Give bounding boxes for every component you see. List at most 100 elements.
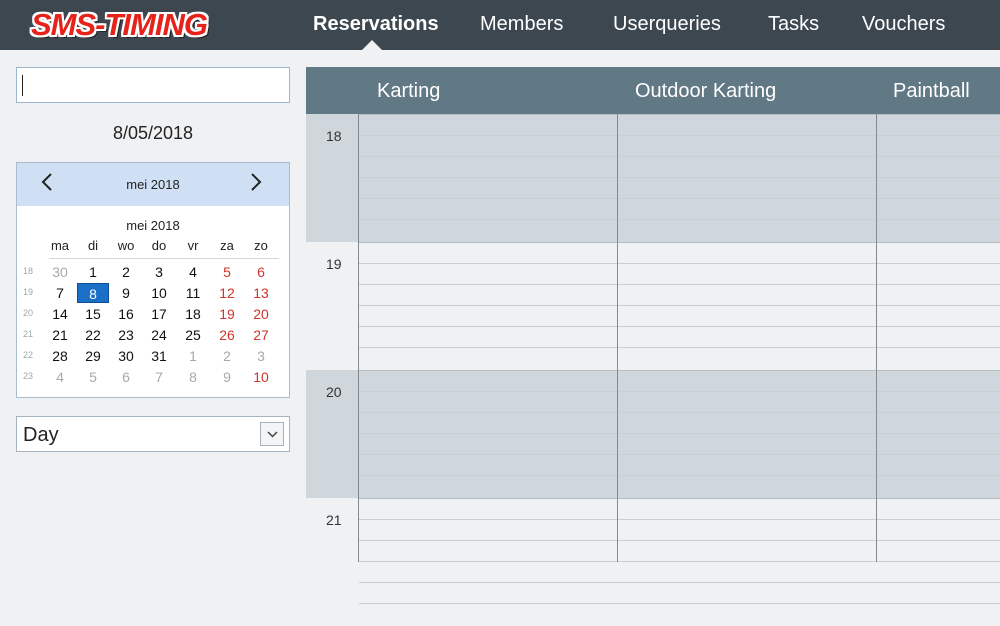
calendar-day[interactable]: 24 <box>143 325 175 345</box>
calendar-day[interactable]: 30 <box>110 346 142 366</box>
calendar-day[interactable]: 12 <box>211 283 243 303</box>
week-number: 21 <box>23 329 34 339</box>
calendar-month-title: mei 2018 <box>126 218 180 233</box>
calendar-day[interactable]: 13 <box>245 283 277 303</box>
resource-header: Karting Outdoor Karting Paintball <box>306 67 1000 114</box>
calendar-day[interactable]: 6 <box>245 262 277 282</box>
selected-date-label: 8/05/2018 <box>112 123 194 143</box>
time-slot-line <box>359 219 1000 220</box>
weekday-header: za <box>220 238 234 253</box>
calendar-header-title[interactable]: mei 2018 <box>17 177 289 192</box>
calendar-day[interactable]: 31 <box>143 346 175 366</box>
calendar-day[interactable]: 4 <box>44 367 76 387</box>
time-slot-line <box>359 135 1000 136</box>
time-slot-line <box>359 177 1000 178</box>
calendar-day[interactable]: 8 <box>77 283 109 303</box>
time-slot-line <box>359 519 1000 520</box>
calendar-day[interactable]: 22 <box>77 325 109 345</box>
calendar-day[interactable]: 2 <box>211 346 243 366</box>
calendar-day[interactable]: 10 <box>245 367 277 387</box>
chevron-down-icon <box>267 431 278 438</box>
calendar-day[interactable]: 5 <box>211 262 243 282</box>
weekday-header: ma <box>50 238 70 253</box>
nav-members[interactable]: Members <box>480 13 563 36</box>
calendar-day[interactable]: 7 <box>44 283 76 303</box>
time-slot-line <box>359 242 1000 243</box>
nav-tasks[interactable]: Tasks <box>768 13 819 36</box>
top-bar: SMS-TIMING Reservations Members Userquer… <box>0 0 1000 50</box>
hour-band[interactable] <box>306 498 1000 626</box>
calendar-day[interactable]: 14 <box>44 304 76 324</box>
hour-band[interactable] <box>306 242 1000 370</box>
calendar-day[interactable]: 5 <box>77 367 109 387</box>
calendar-day[interactable]: 3 <box>245 346 277 366</box>
calendar-day[interactable]: 4 <box>177 262 209 282</box>
week-number: 22 <box>23 350 34 360</box>
sms-timing-logo[interactable]: SMS-TIMING <box>31 7 208 43</box>
calendar-day[interactable]: 3 <box>143 262 175 282</box>
calendar-day[interactable]: 6 <box>110 367 142 387</box>
calendar-day[interactable]: 17 <box>143 304 175 324</box>
time-slot-line <box>359 198 1000 199</box>
time-slot-line <box>359 326 1000 327</box>
time-slot-line <box>359 582 1000 583</box>
column-outdoor-karting[interactable]: Outdoor Karting <box>635 80 776 103</box>
column-karting[interactable]: Karting <box>377 80 440 103</box>
column-divider <box>876 114 877 562</box>
calendar-day[interactable]: 26 <box>211 325 243 345</box>
weekday-header: di <box>87 238 99 253</box>
time-slot-line <box>359 498 1000 499</box>
view-mode-value: Day <box>23 424 59 446</box>
nav-userqueries[interactable]: Userqueries <box>613 13 721 36</box>
time-slot-line <box>359 114 1000 115</box>
calendar-day[interactable]: 19 <box>211 304 243 324</box>
calendar-day[interactable]: 11 <box>177 283 209 303</box>
chevron-right-icon[interactable] <box>250 173 262 197</box>
calendar-day[interactable]: 18 <box>177 304 209 324</box>
logo-text: SMS-TIMING <box>31 7 208 42</box>
calendar-day[interactable]: 30 <box>44 262 76 282</box>
calendar-divider <box>49 258 279 259</box>
time-slot-line <box>359 347 1000 348</box>
calendar-day[interactable]: 21 <box>44 325 76 345</box>
view-mode-select[interactable]: Day <box>16 416 290 452</box>
calendar-day[interactable]: 1 <box>77 262 109 282</box>
week-number: 23 <box>23 371 34 381</box>
time-slot-line <box>359 412 1000 413</box>
time-slot-line <box>359 305 1000 306</box>
time-slot-line <box>359 540 1000 541</box>
calendar-day[interactable]: 16 <box>110 304 142 324</box>
calendar-day[interactable]: 7 <box>143 367 175 387</box>
time-slot-line <box>359 156 1000 157</box>
weekday-header: zo <box>254 238 268 253</box>
hour-band[interactable] <box>306 114 1000 242</box>
hour-band[interactable] <box>306 370 1000 498</box>
nav-reservations[interactable]: Reservations <box>313 13 439 36</box>
dropdown-button[interactable] <box>260 422 284 446</box>
calendar-day[interactable]: 15 <box>77 304 109 324</box>
calendar-day[interactable]: 9 <box>211 367 243 387</box>
calendar-day[interactable]: 8 <box>177 367 209 387</box>
calendar-day[interactable]: 25 <box>177 325 209 345</box>
time-slot-line <box>359 454 1000 455</box>
search-input[interactable] <box>16 67 290 103</box>
calendar-day[interactable]: 10 <box>143 283 175 303</box>
calendar-day[interactable]: 1 <box>177 346 209 366</box>
day-scheduler: 18 19 20 21 Karting Outdoor Karting Paintba… <box>306 67 1000 626</box>
calendar-day[interactable]: 23 <box>110 325 142 345</box>
week-number: 19 <box>23 287 34 297</box>
column-paintball[interactable]: Paintball <box>893 80 970 103</box>
calendar-day[interactable]: 20 <box>245 304 277 324</box>
nav-vouchers[interactable]: Vouchers <box>862 13 945 36</box>
time-slot-line <box>359 284 1000 285</box>
time-slot-line <box>359 475 1000 476</box>
calendar-day[interactable]: 27 <box>245 325 277 345</box>
calendar-day[interactable]: 9 <box>110 283 142 303</box>
calendar-day[interactable]: 28 <box>44 346 76 366</box>
weekday-header: vr <box>187 238 199 253</box>
calendar-header: mei 2018 <box>17 163 289 206</box>
week-number: 18 <box>23 266 34 276</box>
calendar-day[interactable]: 2 <box>110 262 142 282</box>
calendar-day[interactable]: 29 <box>77 346 109 366</box>
column-divider <box>617 114 618 562</box>
